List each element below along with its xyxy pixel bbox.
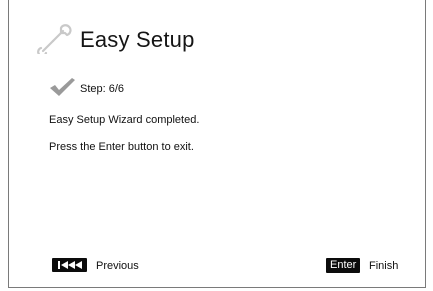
skip-back-icon xyxy=(58,261,82,269)
wrench-icon xyxy=(37,24,72,54)
step-indicator: Step: 6/6 xyxy=(80,83,125,95)
page-title: Easy Setup xyxy=(80,27,195,52)
previous-button[interactable] xyxy=(52,258,87,272)
checkmark-icon xyxy=(50,78,75,96)
exit-instruction: Press the Enter button to exit. xyxy=(49,141,194,153)
finish-label: Finish xyxy=(369,260,399,272)
previous-label: Previous xyxy=(96,260,139,272)
completion-message: Easy Setup Wizard completed. xyxy=(49,114,200,126)
enter-button[interactable]: Enter xyxy=(326,258,361,273)
